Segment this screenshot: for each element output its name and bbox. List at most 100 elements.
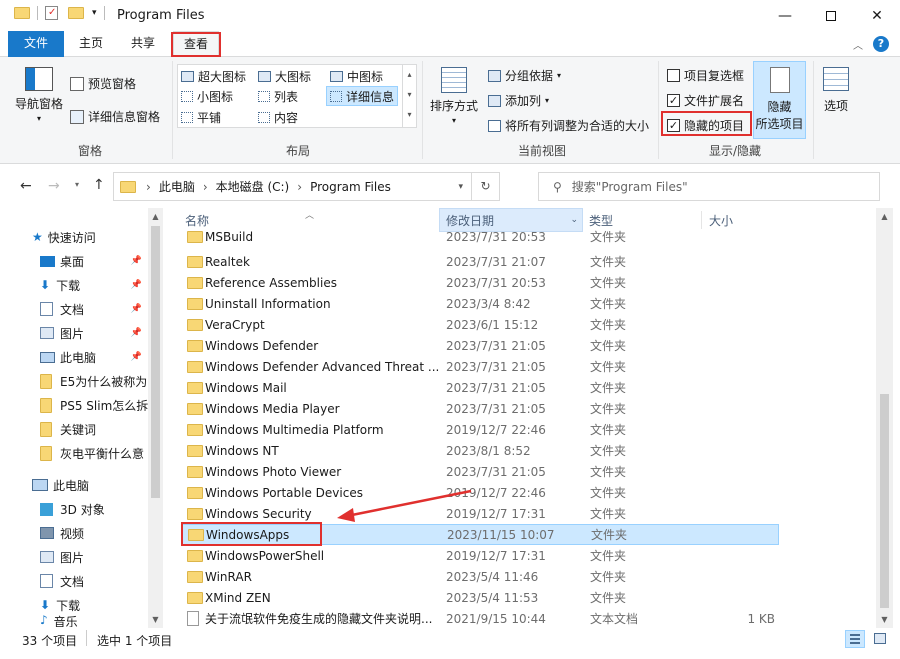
back-arrow-icon[interactable]: ← — [20, 178, 32, 194]
table-row[interactable]: Windows Defender Advanced Threat ... 2023… — [181, 356, 779, 377]
scroll-thumb[interactable] — [151, 226, 160, 498]
nav-scrollbar[interactable]: ▲ ▼ — [148, 208, 163, 628]
folder-icon — [187, 402, 203, 415]
nav-documents[interactable]: 文档 📌 — [40, 297, 148, 321]
close-button[interactable]: ✕ — [854, 0, 900, 31]
details-pane-button[interactable]: 详细信息窗格 — [70, 108, 160, 125]
options-button[interactable]: 选项 — [823, 67, 849, 114]
details-view-button[interactable] — [845, 630, 865, 648]
folder-icon — [14, 7, 30, 19]
pin-icon: 📌 — [130, 328, 142, 338]
hide-selected-icon — [769, 67, 790, 93]
nav-desktop[interactable]: 桌面 📌 — [40, 249, 148, 273]
table-row[interactable]: Windows Photo Viewer 2023/7/31 21:05 文件夹 — [181, 461, 779, 482]
nav-folder-ps5[interactable]: PS5 Slim怎么拆 — [40, 393, 148, 417]
layout-large-icons[interactable]: 大图标 — [258, 68, 311, 85]
table-row[interactable]: XMind ZEN 2023/5/4 11:53 文件夹 — [181, 587, 779, 608]
fit-columns-button[interactable]: 将所有列调整为合适的大小 — [488, 117, 649, 134]
cell-type: 文件夹 — [590, 276, 627, 290]
search-input[interactable]: ⚲ 搜索"Program Files" — [538, 172, 880, 201]
table-row[interactable]: VeraCrypt 2023/6/1 15:12 文件夹 — [181, 314, 779, 335]
nav-pictures[interactable]: 图片 📌 — [40, 321, 148, 345]
tab-share[interactable]: 共享 — [122, 31, 164, 57]
nav-folder-keywords[interactable]: 关键词 — [40, 417, 148, 441]
layout-content[interactable]: 内容 — [258, 109, 298, 126]
address-dropdown-icon[interactable]: ▾ — [458, 182, 463, 192]
qat-dropdown-icon[interactable]: ▾ — [92, 8, 97, 18]
nav-pane-button[interactable]: 导航窗格 ▾ — [15, 67, 63, 123]
highlight-box — [171, 32, 221, 57]
nav-this-pc-pinned[interactable]: 此电脑 📌 — [40, 345, 148, 369]
table-row[interactable]: Windows Defender 2023/7/31 21:05 文件夹 — [181, 335, 779, 356]
checkbox[interactable]: ✓ — [667, 94, 680, 107]
table-row[interactable]: Windows Media Player 2023/7/31 21:05 文件夹 — [181, 398, 779, 419]
preview-pane-button[interactable]: 预览窗格 — [70, 75, 136, 92]
pin-icon: 📌 — [130, 280, 142, 290]
collapse-ribbon-icon[interactable]: ︿ — [853, 37, 863, 52]
large-icons-view-button[interactable] — [870, 630, 890, 648]
nav-pc-pictures[interactable]: 图片 — [40, 545, 148, 569]
properties-icon[interactable]: ✓ — [45, 6, 58, 20]
chevron-down-icon: ⌄ — [570, 215, 578, 225]
layout-extra-large-icons[interactable]: 超大图标 — [181, 68, 246, 85]
nav-folder-e5[interactable]: E5为什么被称为 — [40, 369, 148, 393]
nav-videos[interactable]: 视频 — [40, 521, 148, 545]
nav-pc-documents[interactable]: 文档 — [40, 569, 148, 593]
breadcrumb-program-files[interactable]: Program Files — [310, 180, 391, 194]
table-row[interactable]: WinRAR 2023/5/4 11:46 文件夹 — [181, 566, 779, 587]
nav-music[interactable]: ♪ 音乐 — [40, 613, 148, 627]
up-arrow-icon[interactable]: ↑ — [93, 177, 105, 193]
download-icon: ⬇ — [40, 278, 51, 292]
scroll-up-icon[interactable]: ▲ — [876, 212, 893, 221]
scroll-down-icon[interactable]: ▼ — [148, 615, 163, 624]
recent-locations-icon[interactable]: ▾ — [75, 180, 79, 189]
table-row[interactable]: Realtek 2023/7/31 21:07 文件夹 — [181, 251, 779, 272]
scroll-down-icon[interactable]: ▼ — [876, 615, 893, 624]
table-row[interactable]: Reference Assemblies 2023/7/31 20:53 文件夹 — [181, 272, 779, 293]
tab-file[interactable]: 文件 — [8, 31, 64, 57]
checkbox[interactable] — [667, 69, 680, 82]
refresh-icon[interactable]: ↻ — [471, 173, 499, 200]
help-icon[interactable]: ? — [873, 36, 889, 52]
cell-type: 文件夹 — [590, 339, 627, 353]
maximize-button[interactable] — [808, 0, 854, 31]
nav-downloads[interactable]: ⬇ 下载 📌 — [40, 273, 148, 297]
table-row[interactable]: Windows Mail 2023/7/31 21:05 文件夹 — [181, 377, 779, 398]
address-bar[interactable]: › 此电脑 › 本地磁盘 (C:) › Program Files ▾ ↻ — [113, 172, 500, 201]
table-row[interactable]: Windows NT 2023/8/1 8:52 文件夹 — [181, 440, 779, 461]
scroll-thumb[interactable] — [880, 394, 889, 608]
layout-list[interactable]: 列表 — [258, 88, 298, 105]
cell-date: 2023/8/1 8:52 — [446, 443, 531, 458]
tab-home[interactable]: 主页 — [70, 31, 112, 57]
table-row[interactable]: Windows Portable Devices 2019/12/7 22:46 文… — [181, 482, 779, 503]
hide-selected-button[interactable]: 隐藏 所选项目 — [753, 61, 806, 139]
sort-by-button[interactable]: 排序方式 ▾ — [430, 67, 478, 125]
scroll-up-icon[interactable]: ▲ — [148, 212, 163, 221]
folder-icon — [40, 373, 52, 389]
layout-medium-icons[interactable]: 中图标 — [330, 68, 383, 85]
table-row[interactable]: Windows Multimedia Platform 2019/12/7 22:… — [181, 419, 779, 440]
table-row[interactable]: WindowsPowerShell 2019/12/7 17:31 文件夹 — [181, 545, 779, 566]
file-list-scrollbar[interactable]: ▲ ▼ — [876, 208, 893, 628]
layout-tiles[interactable]: 平铺 — [181, 109, 221, 126]
table-row[interactable]: Windows Security 2019/12/7 17:31 文件夹 — [181, 503, 779, 524]
table-row[interactable]: 关于流氓软件免疫生成的隐藏文件夹说明... 2021/9/15 10:44 文本文档… — [181, 608, 779, 628]
minimize-button[interactable]: — — [762, 0, 808, 31]
add-column-button[interactable]: 添加列 ▾ — [488, 92, 549, 109]
highlight-box — [661, 111, 752, 136]
nav-folder-balance[interactable]: 灰电平衡什么意 — [40, 441, 148, 465]
table-row[interactable]: MSBuild 2023/7/31 20:53 文件夹 — [181, 226, 779, 247]
item-checkboxes-toggle[interactable]: 项目复选框 — [667, 67, 744, 84]
group-by-button[interactable]: 分组依据 ▾ — [488, 67, 561, 84]
gallery-scroll[interactable]: ▴ ▾ ▾ — [402, 65, 416, 127]
new-folder-icon[interactable] — [68, 7, 84, 19]
breadcrumb-drive-c[interactable]: 本地磁盘 (C:) — [216, 178, 290, 195]
breadcrumb-this-pc[interactable]: 此电脑 — [159, 178, 195, 195]
table-row[interactable]: Uninstall Information 2023/3/4 8:42 文件夹 — [181, 293, 779, 314]
title-bar: ✓ ▾ Program Files — ✕ — [0, 0, 900, 31]
layout-small-icons[interactable]: 小图标 — [181, 88, 233, 105]
layout-details[interactable]: 详细信息 — [326, 86, 399, 106]
nav-3d-objects[interactable]: 3D 对象 — [40, 497, 148, 521]
forward-arrow-icon[interactable]: → — [48, 178, 60, 194]
file-extensions-toggle[interactable]: ✓ 文件扩展名 — [667, 92, 744, 109]
